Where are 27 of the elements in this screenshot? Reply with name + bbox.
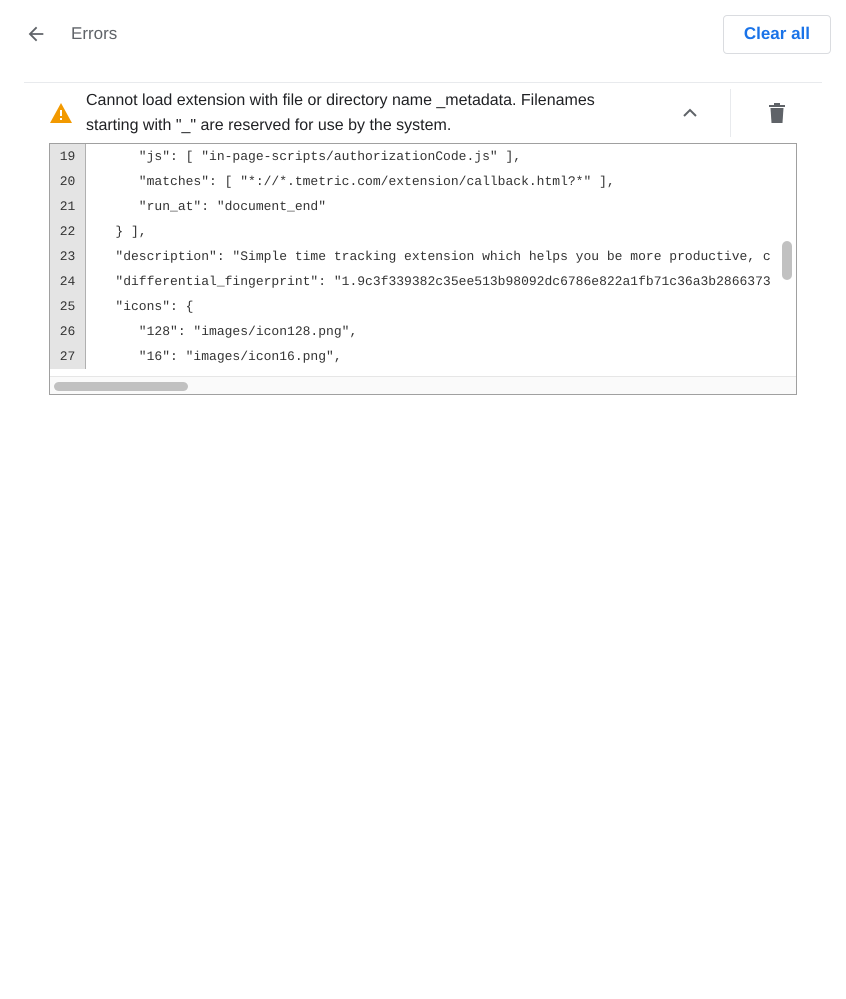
line-number: 23 <box>50 244 86 269</box>
line-number: 24 <box>50 269 86 294</box>
line-number: 20 <box>50 169 86 194</box>
line-number: 22 <box>50 219 86 244</box>
code-line: "matches": [ "*://*.tmetric.com/extension/callback.html?*" ], <box>138 172 615 191</box>
code-line: "js": [ "in-page-scripts/authorizationCode.js" ], <box>138 148 522 166</box>
line-number: 27 <box>50 344 86 369</box>
chevron-up-icon[interactable] <box>682 108 698 118</box>
code-line: "differential_fingerprint": "1.9c3f339382c35ee513b98092dc6786e822a1fb71c36a3b2866373 <box>114 272 771 291</box>
horizontal-scrollbar[interactable] <box>50 376 796 394</box>
code-line: } ], <box>114 222 147 241</box>
warning-icon <box>49 102 73 124</box>
line-number: 26 <box>50 319 86 344</box>
vertical-scrollbar-thumb[interactable] <box>782 241 792 280</box>
scrollbar-thumb[interactable] <box>54 382 188 391</box>
code-line: "16": "images/icon16.png", <box>138 348 342 366</box>
code-line: "run_at": "document_end" <box>138 198 326 216</box>
code-line: "128": "images/icon128.png", <box>138 322 358 341</box>
code-line: "icons": { <box>114 298 194 316</box>
line-number: 19 <box>50 144 86 169</box>
code-line: "description": "Simple time tracking extension which helps you be more productive, c <box>114 248 771 266</box>
line-number: 25 <box>50 294 86 319</box>
trash-icon[interactable] <box>769 103 785 123</box>
error-message: Cannot load extension with file or directory name _metadata. Filenames starting with "_" are reserved for use by the system. <box>86 91 596 136</box>
page-title: Errors <box>71 23 118 46</box>
clear-all-button[interactable]: Clear all <box>722 14 831 54</box>
line-number: 21 <box>50 194 86 219</box>
